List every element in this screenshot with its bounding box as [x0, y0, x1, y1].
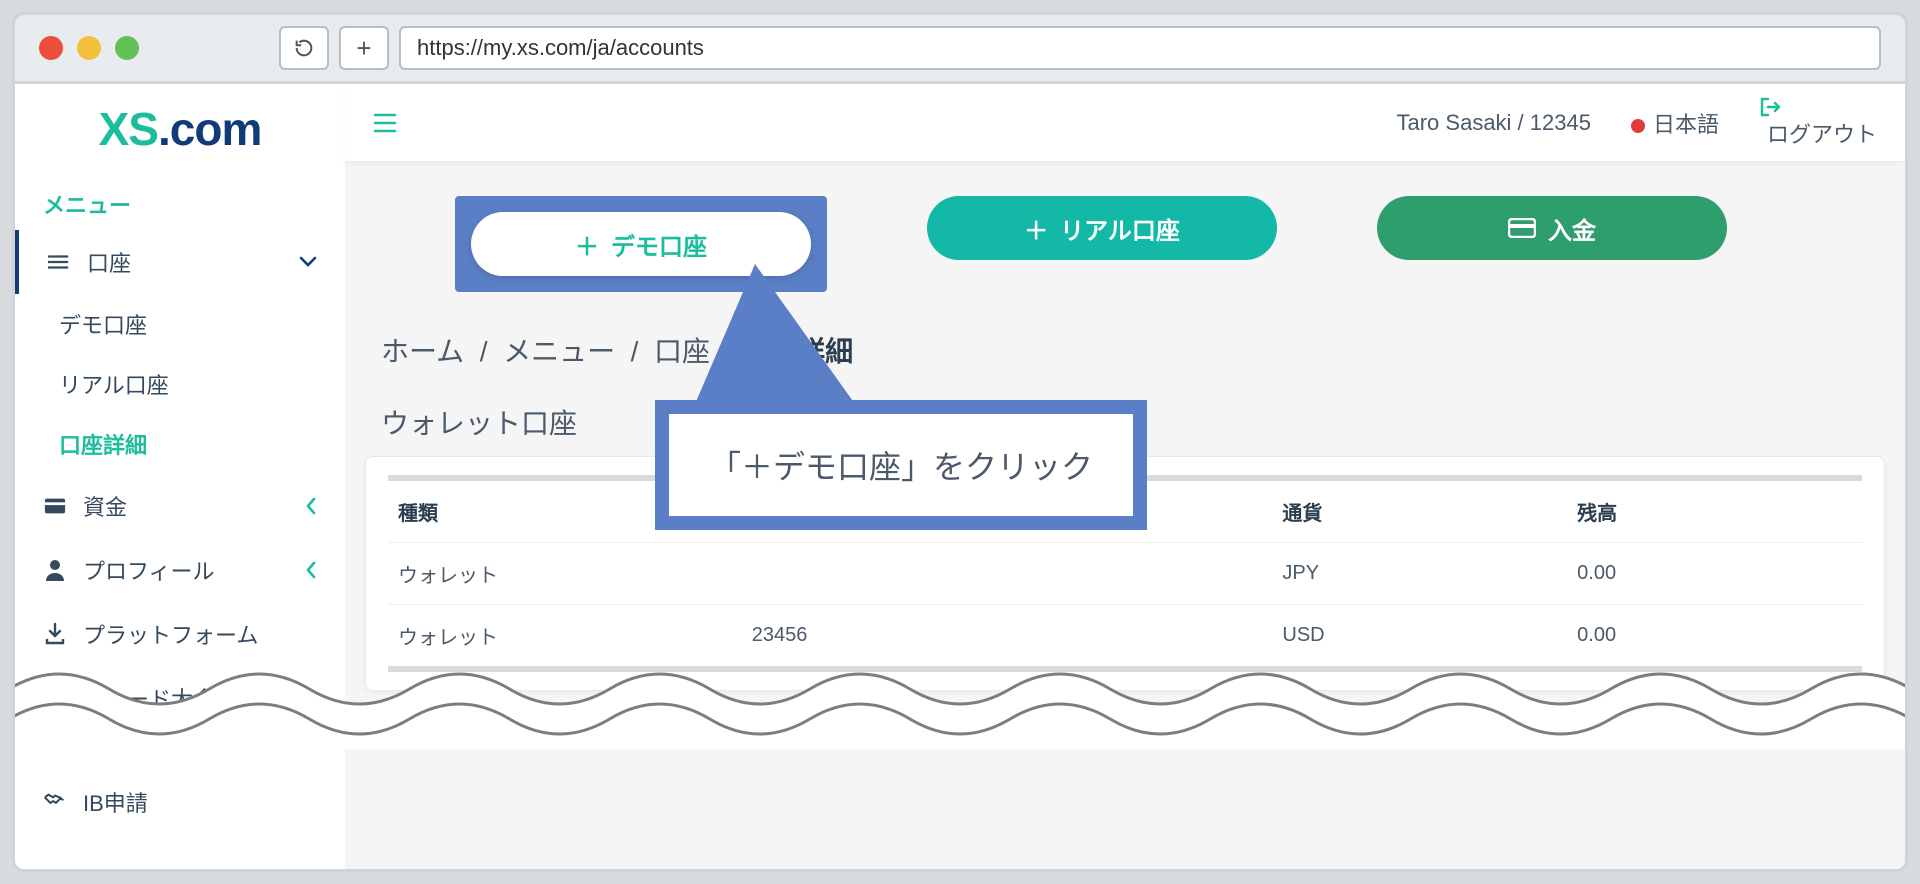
- sidebar-item-label: IB申請: [83, 786, 148, 818]
- cell-number: [742, 543, 1273, 605]
- logo[interactable]: XS.com: [15, 84, 345, 166]
- button-label: リアル口座: [1060, 211, 1180, 246]
- sidebar-item-label: トレード大会: [83, 682, 215, 714]
- url-text: https://my.xs.com/ja/accounts: [417, 35, 704, 61]
- card-icon: [1508, 218, 1536, 238]
- chevron-down-icon: [299, 256, 317, 268]
- action-row: ＋ デモ口座 ＋ リアル口座 入金: [345, 162, 1905, 316]
- logo-com: .com: [158, 103, 261, 155]
- plus-icon: +: [356, 33, 371, 64]
- sidebar-item-label: 資金: [83, 490, 127, 522]
- sidebar-item-label: プラットフォーム: [83, 618, 258, 650]
- crumb-current: 口座詳細: [741, 336, 853, 367]
- cell-number: 23456: [742, 605, 1273, 667]
- plus-icon: ＋: [575, 227, 599, 262]
- cell-balance: 0.00: [1567, 543, 1862, 605]
- minimize-window-icon[interactable]: [77, 36, 101, 60]
- col-type: 種類: [388, 478, 742, 543]
- crumb-accounts[interactable]: 口座: [654, 336, 710, 367]
- col-currency: 通貨: [1272, 478, 1567, 543]
- logo-xs: XS: [99, 103, 158, 155]
- language-label: 日本語: [1653, 112, 1719, 137]
- table-row[interactable]: ウォレット 23456 USD 0.00: [388, 605, 1862, 667]
- menu-toggle-icon[interactable]: [373, 113, 397, 133]
- handshake-icon: [43, 793, 67, 811]
- reload-icon: [293, 37, 315, 59]
- sidebar-item-real-account[interactable]: リアル口座: [15, 354, 345, 414]
- col-balance: 残高: [1567, 478, 1862, 543]
- col-number: [742, 478, 1273, 543]
- breadcrumb: ホーム / メニュー / 口座 口座詳細: [345, 316, 1905, 384]
- language-selector[interactable]: 日本語: [1631, 107, 1719, 139]
- top-bar: Taro Sasaki / 12345 日本語 ログアウト: [345, 84, 1905, 162]
- sidebar-item-demo-account[interactable]: デモ口座: [15, 294, 345, 354]
- real-account-button[interactable]: ＋ リアル口座: [927, 196, 1277, 260]
- window-controls: [39, 36, 139, 60]
- sidebar-item-contest[interactable]: トレード大会: [15, 666, 345, 730]
- sidebar-item-account-detail[interactable]: 口座詳細: [15, 414, 345, 474]
- sidebar-item-label: 口座: [87, 246, 131, 278]
- new-tab-button[interactable]: +: [339, 26, 389, 70]
- sidebar-item-ib[interactable]: IB申請: [15, 770, 345, 834]
- close-window-icon[interactable]: [39, 36, 63, 60]
- sidebar-item-label: プロフィール: [83, 554, 215, 586]
- deposit-button[interactable]: 入金: [1377, 196, 1727, 260]
- maximize-window-icon[interactable]: [115, 36, 139, 60]
- chevron-left-icon: [305, 561, 317, 579]
- sidebar-item-platform[interactable]: プラットフォーム: [15, 602, 345, 666]
- logout-icon: [1759, 97, 1877, 117]
- chevron-left-icon: [305, 497, 317, 515]
- logout-link[interactable]: ログアウト: [1759, 97, 1877, 149]
- demo-account-button[interactable]: ＋ デモ口座: [471, 212, 811, 276]
- cell-balance: 0.00: [1567, 605, 1862, 667]
- cell-type: ウォレット: [388, 543, 742, 605]
- wallet-icon: [43, 497, 67, 515]
- browser-chrome: + https://my.xs.com/ja/accounts: [12, 12, 1908, 84]
- download-icon: [43, 623, 67, 645]
- sidebar: XS.com メニュー 口座 デモ口座 リアル口座 口座詳細 資金: [15, 84, 345, 869]
- sidebar-item-profile[interactable]: プロフィール: [15, 538, 345, 602]
- wallet-table: 種類 通貨 残高 ウォレット JPY 0.00: [388, 475, 1862, 666]
- reload-button[interactable]: [279, 26, 329, 70]
- user-icon: [43, 559, 67, 581]
- cell-type: ウォレット: [388, 605, 742, 667]
- sidebar-item-accounts[interactable]: 口座: [15, 230, 345, 294]
- sidebar-item-funds[interactable]: 資金: [15, 474, 345, 538]
- logout-label: ログアウト: [1767, 122, 1877, 147]
- button-label: デモ口座: [611, 227, 707, 262]
- crumb-home[interactable]: ホーム: [381, 336, 464, 367]
- table-row[interactable]: ウォレット JPY 0.00: [388, 543, 1862, 605]
- cell-currency: JPY: [1272, 543, 1567, 605]
- highlight-frame: ＋ デモ口座: [455, 196, 827, 292]
- plus-icon: ＋: [1024, 211, 1048, 246]
- crumb-menu[interactable]: メニュー: [503, 336, 615, 367]
- jp-flag-icon: [1631, 119, 1645, 133]
- cell-currency: USD: [1272, 605, 1567, 667]
- menu-title: メニュー: [15, 166, 345, 230]
- main-content: Taro Sasaki / 12345 日本語 ログアウト ＋ デモ口座: [345, 84, 1905, 869]
- trophy-icon: [43, 687, 67, 709]
- list-icon: [47, 253, 71, 271]
- user-label[interactable]: Taro Sasaki / 12345: [1397, 110, 1591, 136]
- section-title: ウォレット口座: [345, 384, 1905, 456]
- address-bar[interactable]: https://my.xs.com/ja/accounts: [399, 26, 1881, 70]
- wallet-table-card: 種類 通貨 残高 ウォレット JPY 0.00: [365, 456, 1885, 691]
- button-label: 入金: [1548, 211, 1596, 246]
